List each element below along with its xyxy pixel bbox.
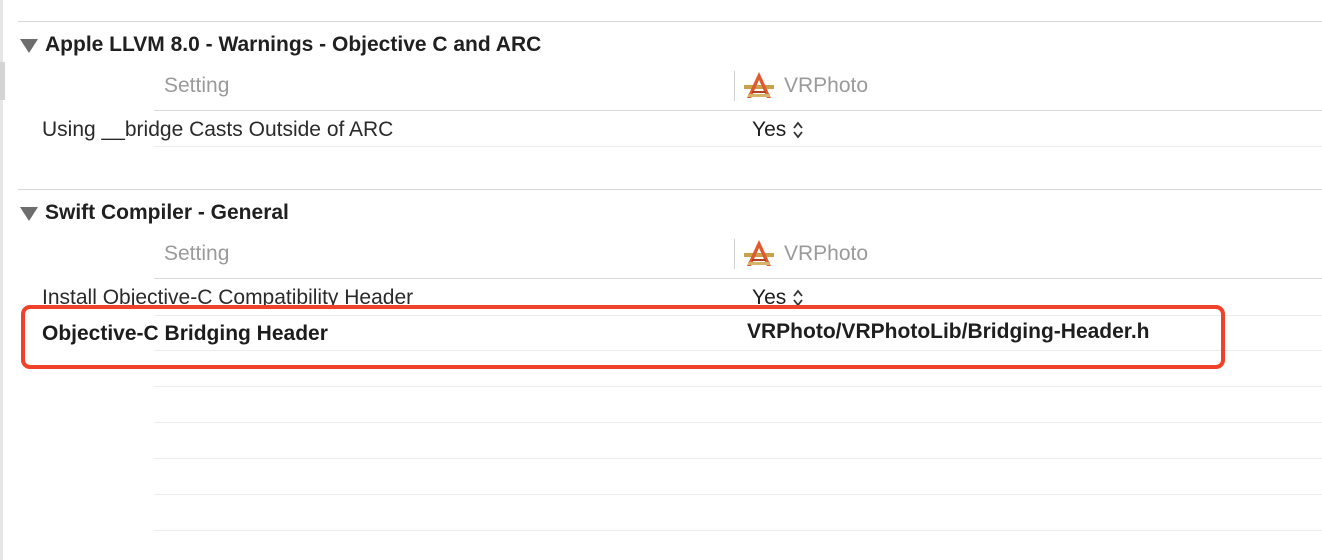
column-divider[interactable] [734, 71, 735, 101]
section-separator [18, 189, 1322, 190]
section-title: Apple LLVM 8.0 - Warnings - Objective C … [45, 33, 542, 56]
section-title: Swift Compiler - General [45, 201, 289, 224]
highlight-annotation-box [21, 305, 1225, 369]
row-separator [154, 278, 1322, 279]
updown-arrows-icon[interactable] [792, 120, 804, 140]
empty-row-separator [154, 494, 1322, 495]
section-separator-top [18, 21, 1322, 22]
column-header-setting[interactable]: Setting [164, 74, 229, 98]
setting-value-text: Yes [752, 118, 787, 141]
empty-row-separator [154, 422, 1322, 423]
empty-row-separator [154, 386, 1322, 387]
disclosure-triangle-icon[interactable] [20, 39, 38, 53]
row-separator [154, 110, 1322, 111]
disclosure-triangle-icon[interactable] [20, 207, 38, 221]
column-header-target[interactable]: VRPhoto [784, 74, 868, 98]
empty-row-separator [154, 458, 1322, 459]
xcode-app-icon [744, 240, 774, 266]
xcode-app-icon [744, 72, 774, 98]
section-header-swift-compiler[interactable]: Swift Compiler - General [20, 201, 289, 225]
column-divider[interactable] [734, 239, 735, 269]
setting-value-bridge-casts[interactable]: Yes [752, 118, 804, 142]
empty-row-separator [154, 530, 1322, 531]
row-separator [154, 146, 1322, 147]
column-header-target[interactable]: VRPhoto [784, 242, 868, 266]
section-header-llvm-warnings[interactable]: Apple LLVM 8.0 - Warnings - Objective C … [20, 33, 541, 57]
panel-edge-marker [0, 62, 5, 100]
setting-name-bridge-casts[interactable]: Using __bridge Casts Outside of ARC [42, 118, 393, 142]
column-header-setting[interactable]: Setting [164, 242, 229, 266]
